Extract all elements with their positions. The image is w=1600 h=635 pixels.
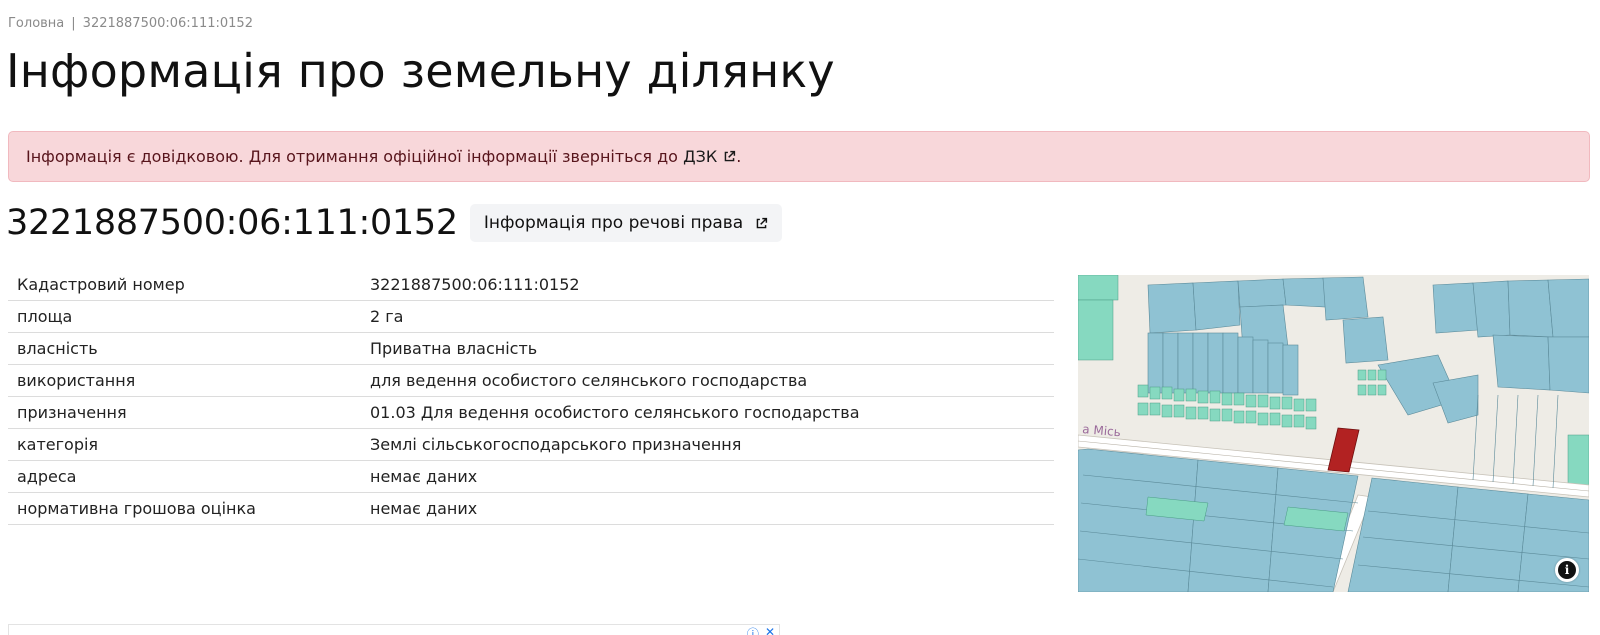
dzk-link[interactable]: ДЗК bbox=[683, 147, 736, 166]
row-value: Приватна власність bbox=[361, 332, 1054, 365]
table-row: Кадастровий номер 3221887500:06:111:0152 bbox=[8, 269, 1054, 301]
breadcrumb: Головна | 3221887500:06:111:0152 bbox=[8, 16, 253, 31]
table-row: призначення 01.03 Для ведення особистого… bbox=[8, 396, 1054, 429]
row-key: площа bbox=[8, 300, 361, 333]
alert-text-end: . bbox=[736, 147, 742, 166]
breadcrumb-home-link[interactable]: Головна bbox=[8, 16, 64, 31]
external-link-icon bbox=[756, 217, 768, 228]
table-row: категорія Землі сільськогосподарського п… bbox=[8, 428, 1054, 461]
info-icon: i bbox=[1558, 561, 1576, 579]
row-key: використання bbox=[8, 364, 361, 397]
property-rights-label: Інформація про речові права bbox=[483, 213, 744, 233]
row-key: нормативна грошова оцінка bbox=[8, 492, 361, 525]
table-row: нормативна грошова оцінка немає даних bbox=[8, 492, 1054, 525]
ad-close-icon[interactable]: ✕ bbox=[765, 625, 775, 635]
table-row: площа 2 га bbox=[8, 300, 1054, 333]
breadcrumb-separator: | bbox=[71, 16, 76, 31]
ad-controls: ⓘ ✕ bbox=[747, 625, 775, 635]
row-key: Кадастровий номер bbox=[8, 269, 361, 301]
ad-banner[interactable]: ⓘ ✕ bbox=[8, 624, 780, 635]
row-key: призначення bbox=[8, 396, 361, 429]
row-value: Землі сільськогосподарського призначення bbox=[361, 428, 1054, 461]
row-value: 2 га bbox=[361, 300, 1054, 333]
page: Головна | 3221887500:06:111:0152 Інформа… bbox=[0, 0, 1600, 635]
cadastral-map[interactable]: а Місь i bbox=[1078, 275, 1589, 592]
page-title: Інформація про земельну ділянку bbox=[6, 44, 835, 98]
alert-text: Інформація є довідковою. Для отримання о… bbox=[26, 147, 678, 166]
cadastral-number: 3221887500:06:111:0152 bbox=[6, 203, 458, 243]
ad-info-icon[interactable]: ⓘ bbox=[747, 625, 759, 635]
info-alert: Інформація є довідковою. Для отримання о… bbox=[8, 131, 1590, 182]
row-value: для ведення особистого селянського госпо… bbox=[361, 364, 1054, 397]
row-value: 01.03 Для ведення особистого селянського… bbox=[361, 396, 1054, 429]
parcel-info-table: Кадастровий номер 3221887500:06:111:0152… bbox=[8, 269, 1054, 525]
table-row: адреса немає даних bbox=[8, 460, 1054, 493]
table-row: використання для ведення особистого селя… bbox=[8, 364, 1054, 397]
property-rights-button[interactable]: Інформація про речові права bbox=[469, 204, 783, 242]
row-key: категорія bbox=[8, 428, 361, 461]
row-value: немає даних bbox=[361, 492, 1054, 525]
external-link-icon bbox=[724, 150, 736, 162]
dzk-link-label: ДЗК bbox=[683, 147, 718, 166]
cadastral-header: 3221887500:06:111:0152 Інформація про ре… bbox=[6, 203, 783, 243]
row-value: немає даних bbox=[361, 460, 1054, 493]
row-key: власність bbox=[8, 332, 361, 365]
map-canvas: а Місь bbox=[1078, 275, 1589, 592]
row-value: 3221887500:06:111:0152 bbox=[361, 269, 1054, 301]
map-info-button[interactable]: i bbox=[1555, 558, 1579, 582]
breadcrumb-current: 3221887500:06:111:0152 bbox=[82, 16, 253, 31]
row-key: адреса bbox=[8, 460, 361, 493]
table-row: власність Приватна власність bbox=[8, 332, 1054, 365]
